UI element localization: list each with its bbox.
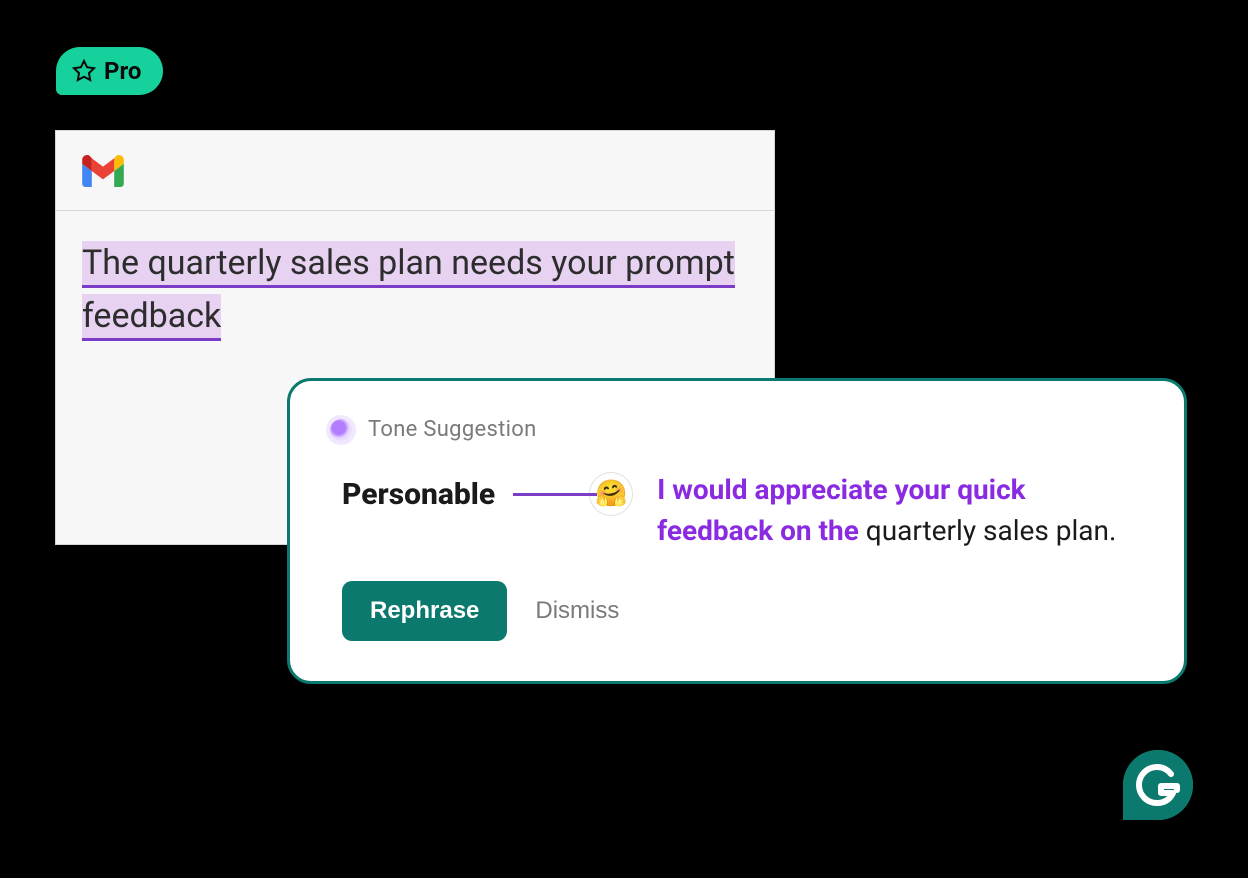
card-title: Tone Suggestion xyxy=(368,417,537,442)
rewrite-rest: quarterly sales plan. xyxy=(859,514,1117,547)
email-highlighted-text[interactable]: The quarterly sales plan needs your prom… xyxy=(82,241,735,341)
connector-line xyxy=(513,493,597,496)
tone-icon xyxy=(330,419,352,441)
gmail-icon xyxy=(82,155,124,187)
card-actions: Rephrase Dismiss xyxy=(330,581,1144,641)
rephrase-button[interactable]: Rephrase xyxy=(342,581,507,641)
star-icon xyxy=(72,59,96,83)
pro-badge: Pro xyxy=(56,47,163,95)
card-header: Tone Suggestion xyxy=(330,417,1144,442)
tone-indicator: Personable 🤗 xyxy=(342,470,633,516)
tone-suggestion-card: Tone Suggestion Personable 🤗 I would app… xyxy=(287,378,1187,684)
email-header xyxy=(56,131,774,211)
tone-label: Personable xyxy=(342,477,495,512)
card-content: Personable 🤗 I would appreciate your qui… xyxy=(330,470,1144,551)
rewrite-text: I would appreciate your quick feedback o… xyxy=(657,470,1144,551)
grammarly-icon[interactable] xyxy=(1123,750,1193,820)
pro-badge-label: Pro xyxy=(104,57,141,85)
email-body[interactable]: The quarterly sales plan needs your prom… xyxy=(56,211,774,342)
dismiss-button[interactable]: Dismiss xyxy=(535,597,619,625)
